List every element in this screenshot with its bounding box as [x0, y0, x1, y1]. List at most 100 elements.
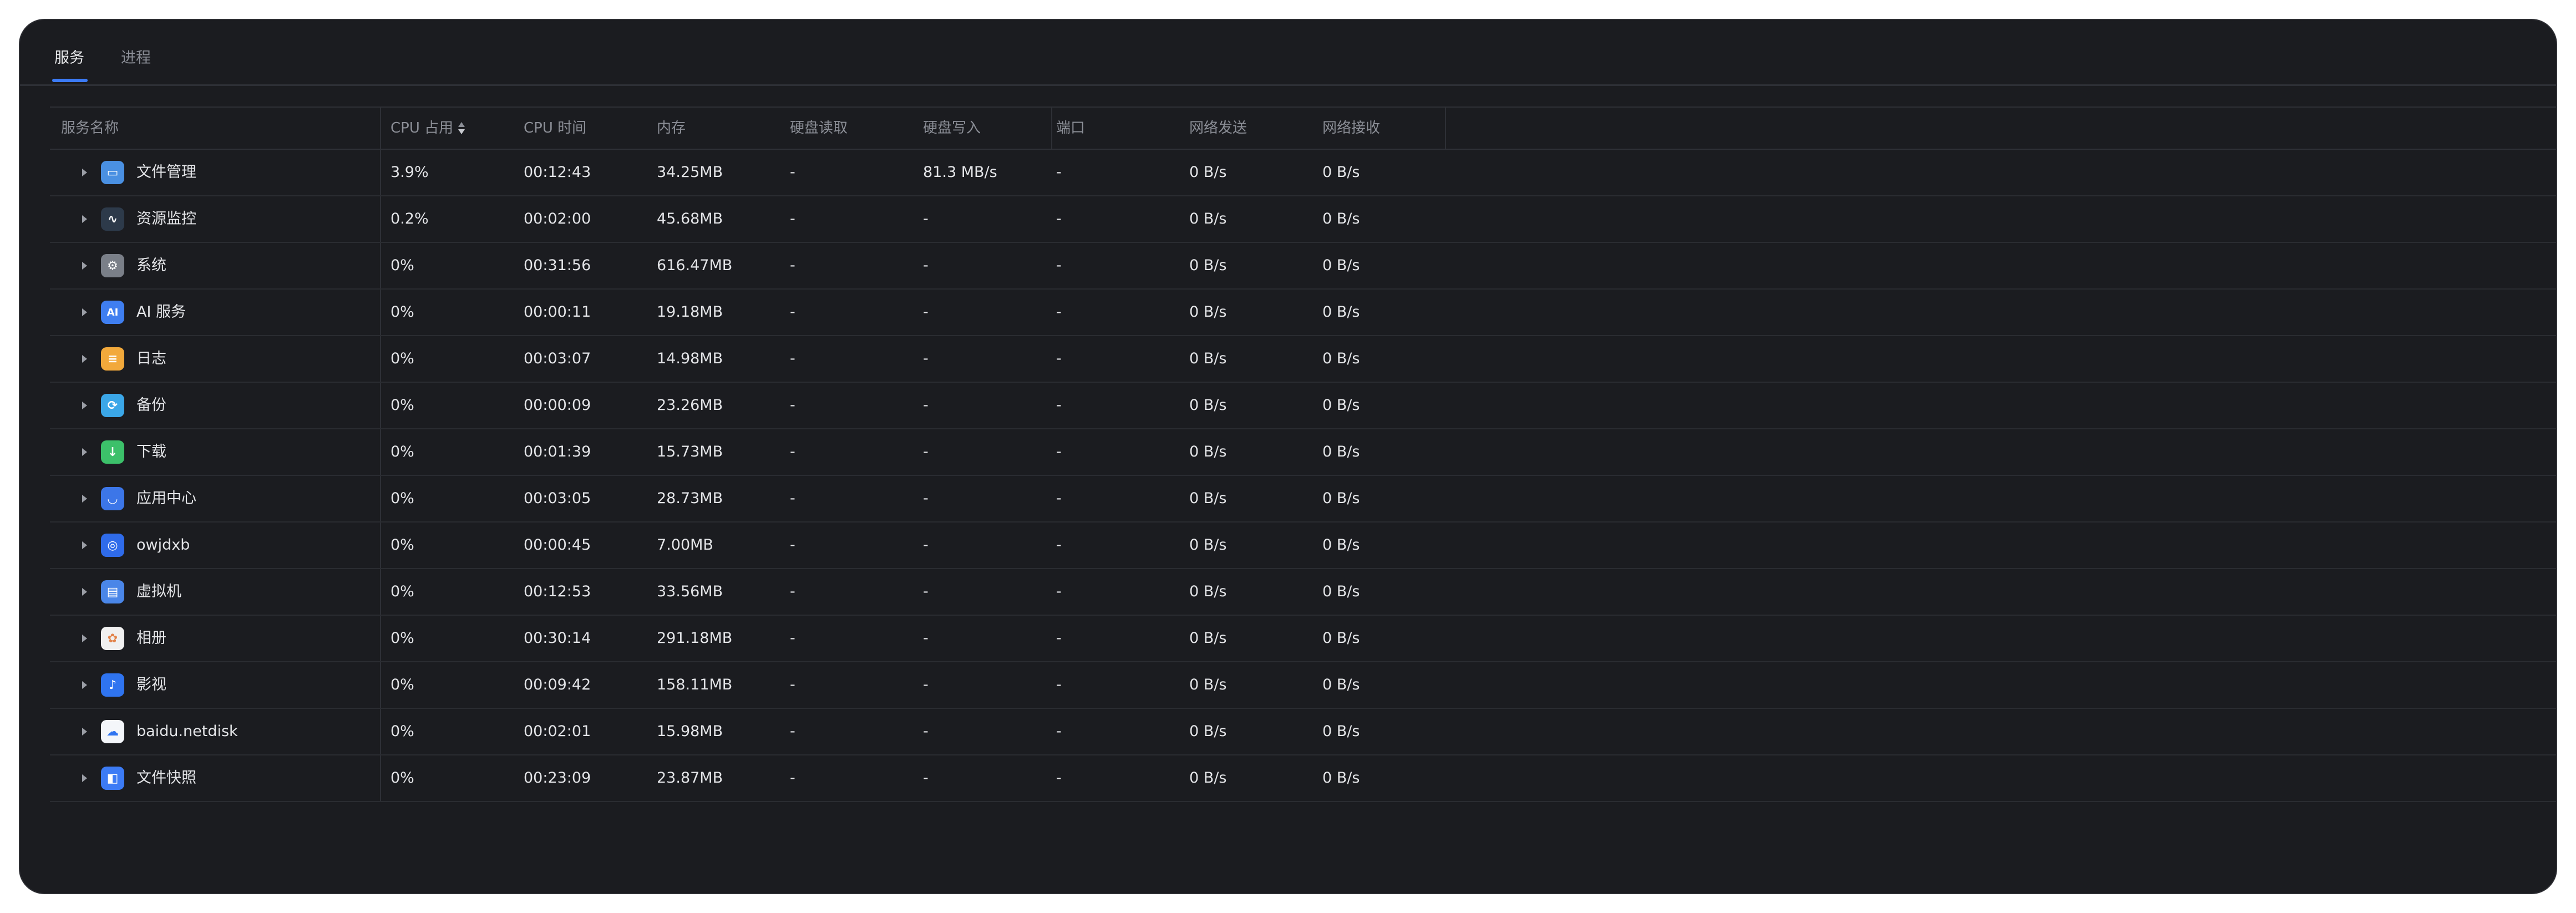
expand-arrow-icon[interactable] [82, 355, 87, 363]
cell-disk-write: - [923, 350, 929, 367]
column-net-send[interactable]: 网络发送 [1189, 108, 1247, 149]
cell-net-recv: 0 B/s [1322, 490, 1360, 507]
service-name: baidu.netdisk [136, 723, 238, 740]
tab-processes[interactable]: 进程 [121, 45, 151, 67]
cell-net-recv: 0 B/s [1322, 583, 1360, 600]
cell-memory: 33.56MB [657, 583, 723, 600]
cell-memory: 7.00MB [657, 536, 713, 554]
column-divider [380, 336, 381, 382]
service-table: 服务名称 CPU 占用 CPU 时间 内存 硬盘读取 硬盘写入 端口 网络发送 … [50, 106, 2556, 802]
sort-icon[interactable] [458, 121, 465, 136]
column-net-recv[interactable]: 网络接收 [1322, 108, 1380, 149]
table-row[interactable]: ♪ 影视 0% 00:09:42 158.11MB - - - 0 B/s 0 B/s [50, 662, 2556, 709]
column-disk-write[interactable]: 硬盘写入 [923, 108, 981, 149]
cell-net-recv: 0 B/s [1322, 257, 1360, 274]
expand-arrow-icon[interactable] [82, 308, 87, 316]
service-name: 资源监控 [136, 210, 196, 227]
service-name: 日志 [136, 350, 166, 367]
expand-arrow-icon[interactable] [82, 541, 87, 549]
table-row[interactable]: ◧ 文件快照 0% 00:23:09 23.87MB - - - 0 B/s 0 B/s [50, 755, 2556, 802]
active-tab-indicator [52, 79, 88, 82]
table-row[interactable]: AI AI 服务 0% 00:00:11 19.18MB - - - 0 B/s 0 B/s [50, 290, 2556, 336]
column-divider[interactable] [1445, 108, 1446, 149]
cell-net-recv: 0 B/s [1322, 164, 1360, 181]
table-row[interactable]: ☁ baidu.netdisk 0% 00:02:01 15.98MB - - - 0 B/s 0… [50, 709, 2556, 755]
cell-port: - [1056, 630, 1062, 647]
table-header: 服务名称 CPU 占用 CPU 时间 内存 硬盘读取 硬盘写入 端口 网络发送 … [50, 106, 2556, 150]
expand-arrow-icon[interactable] [82, 681, 87, 689]
cell-disk-write: - [923, 630, 929, 647]
column-divider[interactable] [380, 108, 381, 149]
cell-cpu-usage: 0% [391, 257, 414, 274]
cell-net-recv: 0 B/s [1322, 443, 1360, 460]
service-name: 文件管理 [136, 164, 196, 181]
table-row[interactable]: ⚙ 系统 0% 00:31:56 616.47MB - - - 0 B/s 0 B/s [50, 243, 2556, 290]
gear-icon: ⚙ [101, 254, 124, 277]
column-memory[interactable]: 内存 [657, 108, 686, 149]
table-row[interactable]: ✿ 相册 0% 00:30:14 291.18MB - - - 0 B/s 0 B/s [50, 616, 2556, 662]
cell-disk-write: - [923, 583, 929, 600]
cell-cpu-usage: 0% [391, 583, 414, 600]
table-row[interactable]: ⟳ 备份 0% 00:00:09 23.26MB - - - 0 B/s 0 B/s [50, 383, 2556, 429]
expand-arrow-icon[interactable] [82, 588, 87, 596]
cell-net-recv: 0 B/s [1322, 397, 1360, 414]
expand-arrow-icon[interactable] [82, 635, 87, 642]
column-cpu-time[interactable]: CPU 时间 [524, 108, 586, 149]
column-disk-read[interactable]: 硬盘读取 [790, 108, 848, 149]
service-name: 文件快照 [136, 769, 196, 787]
table-row[interactable]: ≡ 日志 0% 00:03:07 14.98MB - - - 0 B/s 0 B/s [50, 336, 2556, 383]
video-icon: ♪ [101, 673, 124, 697]
table-row[interactable]: ↓ 下载 0% 00:01:39 15.73MB - - - 0 B/s 0 B/s [50, 429, 2556, 476]
column-divider [380, 616, 381, 661]
expand-arrow-icon[interactable] [82, 448, 87, 456]
service-name: 相册 [136, 630, 166, 647]
cell-disk-read: - [790, 164, 795, 181]
table-row[interactable]: ▤ 虚拟机 0% 00:12:53 33.56MB - - - 0 B/s 0 B/s [50, 569, 2556, 616]
cell-disk-read: - [790, 210, 795, 227]
cell-cpu-usage: 0% [391, 350, 414, 367]
cell-net-send: 0 B/s [1189, 583, 1227, 600]
column-divider [380, 662, 381, 708]
cell-net-recv: 0 B/s [1322, 630, 1360, 647]
cell-disk-read: - [790, 443, 795, 460]
table-row[interactable]: ◎ owjdxb 0% 00:00:45 7.00MB - - - 0 B/s 0 B/s [50, 523, 2556, 569]
expand-arrow-icon[interactable] [82, 495, 87, 503]
expand-arrow-icon[interactable] [82, 215, 87, 223]
expand-arrow-icon[interactable] [82, 169, 87, 176]
cell-disk-read: - [790, 583, 795, 600]
cell-cpu-time: 00:03:07 [524, 350, 591, 367]
cell-disk-write: - [923, 769, 929, 787]
cell-disk-write: - [923, 536, 929, 554]
column-divider[interactable] [1051, 108, 1052, 149]
cell-net-send: 0 B/s [1189, 210, 1227, 227]
cell-disk-read: - [790, 257, 795, 274]
cell-port: - [1056, 676, 1062, 693]
cell-net-send: 0 B/s [1189, 350, 1227, 367]
expand-arrow-icon[interactable] [82, 402, 87, 409]
photos-icon: ✿ [101, 627, 124, 650]
app-center-icon: ◡ [101, 487, 124, 510]
log-icon: ≡ [101, 347, 124, 371]
table-row[interactable]: ▭ 文件管理 3.9% 00:12:43 34.25MB - 81.3 MB/s - 0 B/s… [50, 150, 2556, 196]
table-row[interactable]: ◡ 应用中心 0% 00:03:05 28.73MB - - - 0 B/s 0 B/s [50, 476, 2556, 523]
column-port[interactable]: 端口 [1056, 108, 1085, 149]
cell-net-send: 0 B/s [1189, 164, 1227, 181]
column-divider [380, 569, 381, 615]
column-cpu-usage[interactable]: CPU 占用 [391, 108, 465, 149]
expand-arrow-icon[interactable] [82, 262, 87, 270]
column-divider [380, 290, 381, 335]
column-divider [380, 476, 381, 521]
cell-net-recv: 0 B/s [1322, 210, 1360, 227]
cell-disk-write: - [923, 257, 929, 274]
cell-memory: 15.73MB [657, 443, 723, 460]
column-service-name[interactable]: 服务名称 [61, 108, 119, 149]
expand-arrow-icon[interactable] [82, 728, 87, 736]
tab-services[interactable]: 服务 [54, 45, 84, 67]
service-name: 系统 [136, 257, 166, 274]
cell-net-send: 0 B/s [1189, 536, 1227, 554]
table-row[interactable]: ∿ 资源监控 0.2% 00:02:00 45.68MB - - - 0 B/s 0 B/s [50, 196, 2556, 243]
cell-net-send: 0 B/s [1189, 397, 1227, 414]
cell-disk-read: - [790, 536, 795, 554]
service-monitor-window: 服务 进程 服务名称 CPU 占用 CPU 时间 内存 硬盘读取 硬盘写入 端口… [20, 20, 2556, 893]
expand-arrow-icon[interactable] [82, 774, 87, 782]
